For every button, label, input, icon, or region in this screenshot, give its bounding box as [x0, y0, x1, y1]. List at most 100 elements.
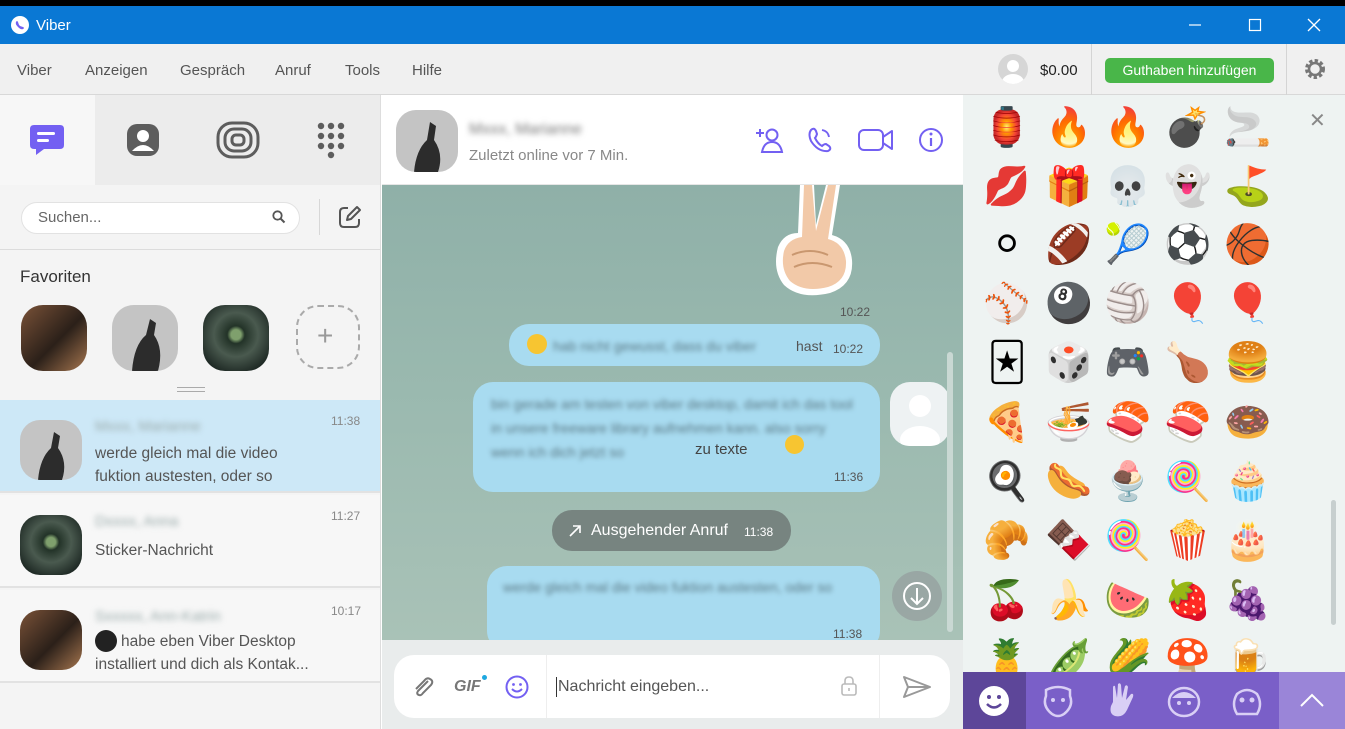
- add-favorite-button[interactable]: +: [296, 305, 360, 369]
- sticker-tab-face[interactable]: [1152, 672, 1215, 729]
- emoji-sticker[interactable]: 🃏: [983, 338, 1031, 386]
- emoji-sticker[interactable]: 🍔: [1224, 338, 1272, 386]
- menu-gespraech[interactable]: Gespräch: [180, 62, 245, 79]
- emoji-sticker[interactable]: 🌽: [1104, 635, 1152, 672]
- message-scrollbar[interactable]: [947, 352, 953, 632]
- emoji-sticker[interactable]: 🍫: [1045, 516, 1093, 564]
- gif-button[interactable]: GIF: [454, 678, 481, 696]
- emoji-sticker[interactable]: 🍩: [1224, 398, 1272, 446]
- emoji-sticker[interactable]: 🎱: [1045, 279, 1093, 327]
- menu-anzeigen[interactable]: Anzeigen: [85, 62, 148, 79]
- emoji-sticker[interactable]: ⛳: [1224, 162, 1272, 210]
- emoji-sticker[interactable]: 🏐: [1104, 279, 1152, 327]
- emoji-sticker[interactable]: ⚽: [1164, 220, 1212, 268]
- favorite-contact-1[interactable]: [21, 305, 87, 371]
- emoji-sticker[interactable]: 🥐: [983, 516, 1031, 564]
- sticker-tab-bear[interactable]: [1026, 672, 1089, 729]
- tab-dialpad[interactable]: [285, 95, 380, 185]
- compose-icon[interactable]: [338, 205, 362, 229]
- emoji-sticker[interactable]: 🍣: [1164, 398, 1212, 446]
- emoji-sticker[interactable]: 🎈: [1164, 279, 1212, 327]
- info-icon[interactable]: [917, 125, 945, 155]
- emoji-sticker[interactable]: 🍺: [1224, 635, 1272, 672]
- menu-viber[interactable]: Viber: [17, 62, 52, 79]
- tab-contacts[interactable]: [95, 95, 190, 185]
- minimize-button[interactable]: [1180, 10, 1210, 40]
- send-icon[interactable]: [902, 674, 932, 700]
- tab-chats[interactable]: [0, 95, 95, 185]
- panel-scrollbar[interactable]: [1331, 500, 1336, 625]
- lock-icon[interactable]: [840, 675, 858, 697]
- menu-tools[interactable]: Tools: [345, 62, 380, 79]
- chat-list-item-1[interactable]: Mxxx, Marianne 11:38 werde gleich mal di…: [0, 400, 380, 493]
- voice-call-icon[interactable]: [806, 125, 834, 155]
- menu-hilfe[interactable]: Hilfe: [412, 62, 442, 79]
- favorite-contact-3[interactable]: [203, 305, 269, 371]
- emoji-sticker[interactable]: 🍌: [1045, 576, 1093, 624]
- emoji-sticker[interactable]: 🏈: [1045, 220, 1093, 268]
- emoji-sticker[interactable]: 🎮: [1104, 338, 1152, 386]
- scroll-down-button[interactable]: [892, 571, 942, 621]
- emoji-sticker[interactable]: ⚾: [983, 279, 1031, 327]
- emoji-sticker[interactable]: 🍓: [1164, 576, 1212, 624]
- sticker-tab-scroll-up[interactable]: [1279, 672, 1345, 729]
- sticker-peace-hand[interactable]: [770, 185, 860, 300]
- emoji-sticker[interactable]: ⚪: [983, 220, 1031, 268]
- message-input[interactable]: Nachricht eingeben...: [546, 655, 880, 718]
- search-input[interactable]: Suchen...: [21, 202, 300, 234]
- emoji-sticker[interactable]: 🎈: [1224, 279, 1272, 327]
- menu-anruf[interactable]: Anruf: [275, 62, 311, 79]
- user-avatar[interactable]: [998, 54, 1028, 84]
- message-bubble-outgoing[interactable]: hab nicht gewusst, dass du viber hast 10…: [509, 324, 880, 366]
- emoji-sticker[interactable]: 🍨: [1104, 457, 1152, 505]
- tab-public-accounts[interactable]: [190, 95, 285, 185]
- emoji-sticker[interactable]: 💋: [983, 162, 1031, 210]
- emoji-sticker[interactable]: 🧁: [1224, 457, 1272, 505]
- emoji-sticker[interactable]: 🏀: [1224, 220, 1272, 268]
- emoji-sticker[interactable]: 🌭: [1045, 457, 1093, 505]
- emoji-sticker[interactable]: 🍣: [1104, 398, 1152, 446]
- emoji-sticker[interactable]: 🔥: [1045, 103, 1093, 151]
- sticker-tab-smiley[interactable]: [963, 672, 1026, 729]
- emoji-sticker[interactable]: 🍒: [983, 576, 1031, 624]
- emoji-sticker[interactable]: 🍇: [1224, 576, 1272, 624]
- favorite-contact-2[interactable]: [112, 305, 178, 371]
- sticker-tab-creature[interactable]: [1215, 672, 1278, 729]
- emoji-sticker[interactable]: 🏮: [983, 103, 1031, 151]
- emoji-sticker[interactable]: 🍭: [1164, 457, 1212, 505]
- message-bubble-outgoing[interactable]: bin gerade am testen von viber desktop, …: [473, 382, 880, 492]
- emoji-sticker[interactable]: 💀: [1104, 162, 1152, 210]
- paperclip-icon[interactable]: [410, 675, 436, 699]
- chat-list-item-2[interactable]: Dxxxx, Anna 11:27 Sticker-Nachricht: [0, 495, 380, 588]
- gear-icon[interactable]: [1302, 56, 1328, 82]
- emoji-sticker[interactable]: 🚬: [1224, 103, 1272, 151]
- emoji-sticker[interactable]: 🍗: [1164, 338, 1212, 386]
- conversation-avatar[interactable]: [396, 110, 458, 172]
- emoji-sticker[interactable]: 🍭: [1104, 516, 1152, 564]
- add-participant-icon[interactable]: [754, 125, 786, 155]
- emoji-sticker[interactable]: 🍜: [1045, 398, 1093, 446]
- emoji-sticker[interactable]: 👻: [1164, 162, 1212, 210]
- emoji-sticker[interactable]: 🔥: [1104, 103, 1152, 151]
- emoji-sticker[interactable]: 🎲: [1045, 338, 1093, 386]
- resize-handle[interactable]: [177, 387, 205, 392]
- message-bubble-outgoing[interactable]: werde gleich mal die video fuktion auste…: [487, 566, 880, 651]
- sticker-tab-hand[interactable]: [1089, 672, 1152, 729]
- emoji-sticker[interactable]: 🎂: [1224, 516, 1272, 564]
- emoji-sticker[interactable]: 🍍: [983, 635, 1031, 672]
- video-call-icon[interactable]: [857, 125, 895, 155]
- maximize-button[interactable]: [1240, 10, 1270, 40]
- emoji-sticker[interactable]: 🎁: [1045, 162, 1093, 210]
- emoji-sticker[interactable]: 🎾: [1104, 220, 1152, 268]
- emoji-sticker[interactable]: 🍉: [1104, 576, 1152, 624]
- close-panel-icon[interactable]: ✕: [1309, 108, 1326, 133]
- emoji-sticker[interactable]: 🍿: [1164, 516, 1212, 564]
- close-button[interactable]: [1299, 10, 1329, 40]
- emoji-sticker[interactable]: 🍕: [983, 398, 1031, 446]
- smiley-icon[interactable]: [504, 674, 530, 700]
- emoji-sticker[interactable]: 💣: [1164, 103, 1212, 151]
- emoji-sticker[interactable]: 🍳: [983, 457, 1031, 505]
- add-credit-button[interactable]: Guthaben hinzufügen: [1105, 58, 1274, 83]
- emoji-sticker[interactable]: 🫛: [1045, 635, 1093, 672]
- emoji-sticker[interactable]: 🍄: [1164, 635, 1212, 672]
